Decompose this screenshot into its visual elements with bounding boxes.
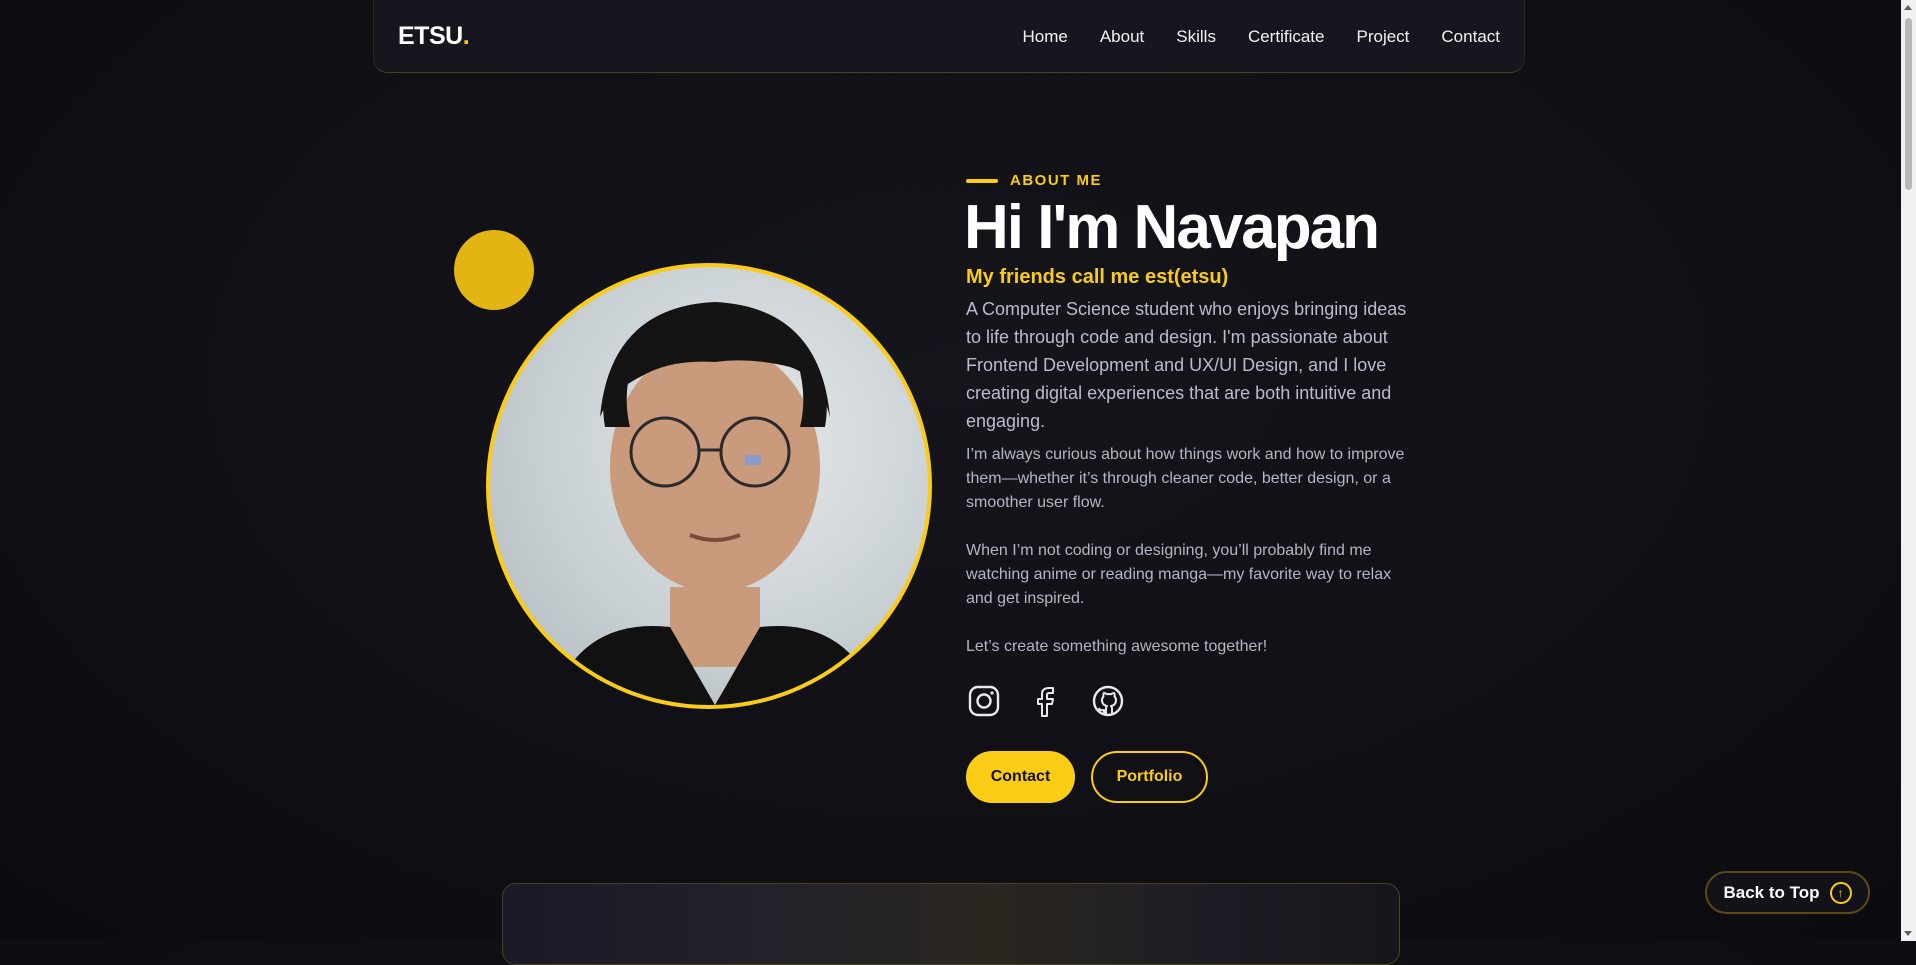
- next-section-preview: [502, 883, 1400, 965]
- eyebrow-text: ABOUT ME: [1010, 172, 1102, 189]
- page-scrollbar[interactable]: [1901, 0, 1916, 941]
- navbar: ETSU. Home About Skills Certificate Proj…: [373, 0, 1525, 73]
- arrow-up-circle-icon: ↑: [1829, 881, 1852, 904]
- portfolio-button[interactable]: Portfolio: [1091, 751, 1208, 803]
- about-paragraph-2: When I’m not coding or designing, you’ll…: [966, 542, 1392, 607]
- back-to-top-button[interactable]: Back to Top ↑: [1705, 871, 1870, 914]
- social-links: [966, 683, 1126, 719]
- nav-link-certificate[interactable]: Certificate: [1248, 27, 1325, 47]
- back-to-top-label: Back to Top: [1723, 882, 1820, 902]
- facebook-icon[interactable]: [1028, 683, 1064, 719]
- nav-link-skills[interactable]: Skills: [1176, 27, 1216, 47]
- about-eyebrow: ABOUT ME: [966, 172, 1102, 189]
- intro-text: A Computer Science student who enjoys br…: [966, 299, 1407, 431]
- nav-link-about[interactable]: About: [1100, 27, 1144, 47]
- nav-link-project[interactable]: Project: [1356, 27, 1409, 47]
- scroll-up-arrow[interactable]: [1904, 5, 1912, 10]
- about-paragraph-1: I’m always curious about how things work…: [966, 446, 1405, 511]
- nav-link-home[interactable]: Home: [1022, 27, 1067, 47]
- hero-subtitle: My friends call me est(etsu): [966, 266, 1229, 288]
- hero-title: Hi I'm Navapan: [964, 193, 1380, 262]
- contact-button[interactable]: Contact: [966, 751, 1075, 803]
- scroll-down-arrow[interactable]: [1904, 931, 1912, 936]
- eyebrow-bar: [966, 178, 998, 183]
- nav-menu: Home About Skills Certificate Project Co…: [1022, 27, 1500, 47]
- site-logo[interactable]: ETSU.: [398, 22, 470, 51]
- github-icon[interactable]: [1090, 683, 1126, 719]
- about-paragraph-3: Let’s create something awesome together!: [966, 638, 1268, 655]
- nav-link-contact[interactable]: Contact: [1441, 27, 1500, 47]
- scroll-thumb[interactable]: [1905, 18, 1912, 190]
- instagram-icon[interactable]: [966, 683, 1002, 719]
- profile-photo: [486, 263, 932, 709]
